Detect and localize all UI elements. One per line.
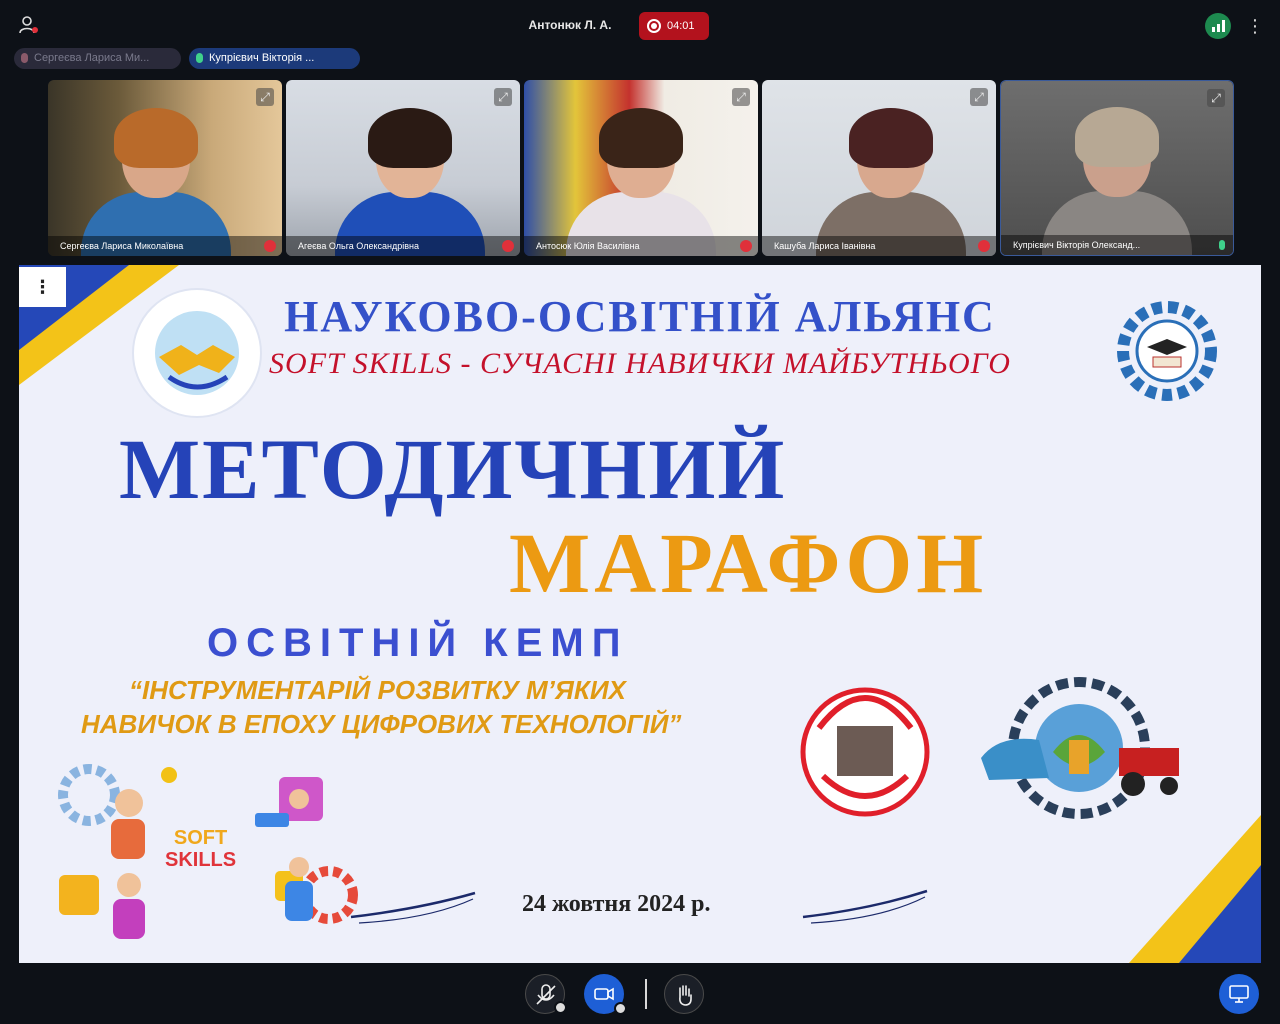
signal-icon[interactable] (1205, 13, 1231, 39)
video-tile[interactable]: ⤢ Антосюк Юлія Василівна (524, 80, 758, 256)
person-video (815, 108, 966, 256)
microphone-toggle-button[interactable] (525, 974, 567, 1014)
raise-hand-icon (679, 985, 692, 1006)
video-tiles: ⤢ Сергеєва Лариса Миколаївна ⤢ Агеєва Ол… (48, 80, 1234, 256)
expand-icon[interactable]: ⤢ (256, 88, 274, 106)
chip-label: Купрієвич Вікторія ... (209, 52, 315, 64)
rcpoztas-logo (969, 648, 1209, 838)
participant-name: Агеєва Ольга Олександрівна (286, 236, 520, 256)
mic-off-icon (502, 240, 514, 252)
flourish-left (350, 891, 476, 924)
mic-off-icon (978, 240, 990, 252)
screen-share-icon (1229, 985, 1249, 1003)
video-tile[interactable]: ⤢ Кашуба Лариса Іванівна (762, 80, 996, 256)
slide-title: НАУКОВО-ОСВІТНІЙ АЛЬЯНС (284, 292, 996, 341)
skills-label: SKILLS (165, 849, 237, 871)
person-video (566, 108, 716, 256)
raise-hand-button[interactable] (664, 974, 704, 1014)
participant-name: Кашуба Лариса Іванівна (762, 236, 996, 256)
expand-icon[interactable]: ⤢ (494, 88, 512, 106)
divider (645, 979, 647, 1009)
shared-screen: ⋮ НАУКОВО-ОСВІТНІЙ АЛЬЯНС SOFT SKILLS - … (19, 265, 1261, 963)
person-video (335, 108, 486, 256)
presenter-name: Антонюк Л. А. (528, 18, 612, 32)
recording-time: 04:01 (667, 20, 695, 32)
chip-participant[interactable]: Купрієвич Вікторія ... (189, 48, 360, 69)
headline-marathon: МАРАФОН (509, 515, 988, 611)
top-bar: Антонюк Л. А. 04:01 ⋮ (0, 0, 1280, 50)
recording-indicator[interactable]: 04:01 (639, 12, 709, 40)
screen-share-button[interactable] (1219, 974, 1259, 1014)
soft-label: SOFT (173, 827, 228, 849)
chip-participant[interactable]: Сергеєва Лариса Ми... (14, 48, 181, 69)
camera-toggle-button[interactable] (584, 974, 627, 1015)
video-tile[interactable]: ⤢ Агеєва Ольга Олександрівна (286, 80, 520, 256)
participant-name: Сергеєва Лариса Миколаївна (48, 236, 282, 256)
theme-line-2: НАВИЧОК В ЕПОХУ ЦИФРОВИХ ТЕХНОЛОГІЙ” (81, 709, 682, 739)
mic-off-icon (264, 240, 276, 252)
record-icon (647, 19, 661, 33)
expand-icon[interactable]: ⤢ (732, 88, 750, 106)
options-badge[interactable] (614, 1002, 627, 1015)
expand-icon[interactable]: ⤢ (970, 88, 988, 106)
more-vertical-icon[interactable]: ⋮ (19, 267, 66, 307)
camp-title: ОСВІТНІЙ КЕМП (207, 621, 629, 665)
speaking-chips: Сергеєва Лариса Ми... Купрієвич Вікторія… (14, 48, 360, 69)
theme-line-1: “ІНСТРУМЕНТАРІЙ РОЗВИТКУ М’ЯКИХ (129, 675, 626, 705)
video-tile[interactable]: ⤢ Сергеєва Лариса Миколаївна (48, 80, 282, 256)
slide-subtitle: SOFT SKILLS - СУЧАСНІ НАВИЧКИ МАЙБУТНЬОГ… (269, 347, 1011, 380)
person-video (80, 108, 231, 256)
options-badge[interactable] (554, 1001, 567, 1014)
microphone-icon (196, 53, 203, 63)
event-date: 24 жовтня 2024 р. (522, 891, 711, 917)
chip-label: Сергеєва Лариса Ми... (34, 52, 150, 64)
video-tile[interactable]: ⤢ Купрієвич Вікторія Олександ... (1000, 80, 1234, 256)
mic-off-icon (740, 240, 752, 252)
microphone-icon (1219, 240, 1225, 250)
person-video (1042, 107, 1192, 255)
more-vertical-icon[interactable]: ⋮ (1245, 12, 1265, 40)
expand-icon[interactable]: ⤢ (1207, 89, 1225, 107)
college-logo (771, 648, 959, 836)
control-bar (0, 965, 1280, 1024)
soft-skills-label: SOFT SKILLS (165, 827, 236, 871)
participant-name: Антосюк Юлія Василівна (524, 236, 758, 256)
participant-name: Купрієвич Вікторія Олександ... (1001, 235, 1233, 255)
headline-methodical: МЕТОДИЧНИЙ (119, 421, 787, 517)
flourish-right (802, 889, 928, 924)
microphone-icon (21, 53, 28, 63)
